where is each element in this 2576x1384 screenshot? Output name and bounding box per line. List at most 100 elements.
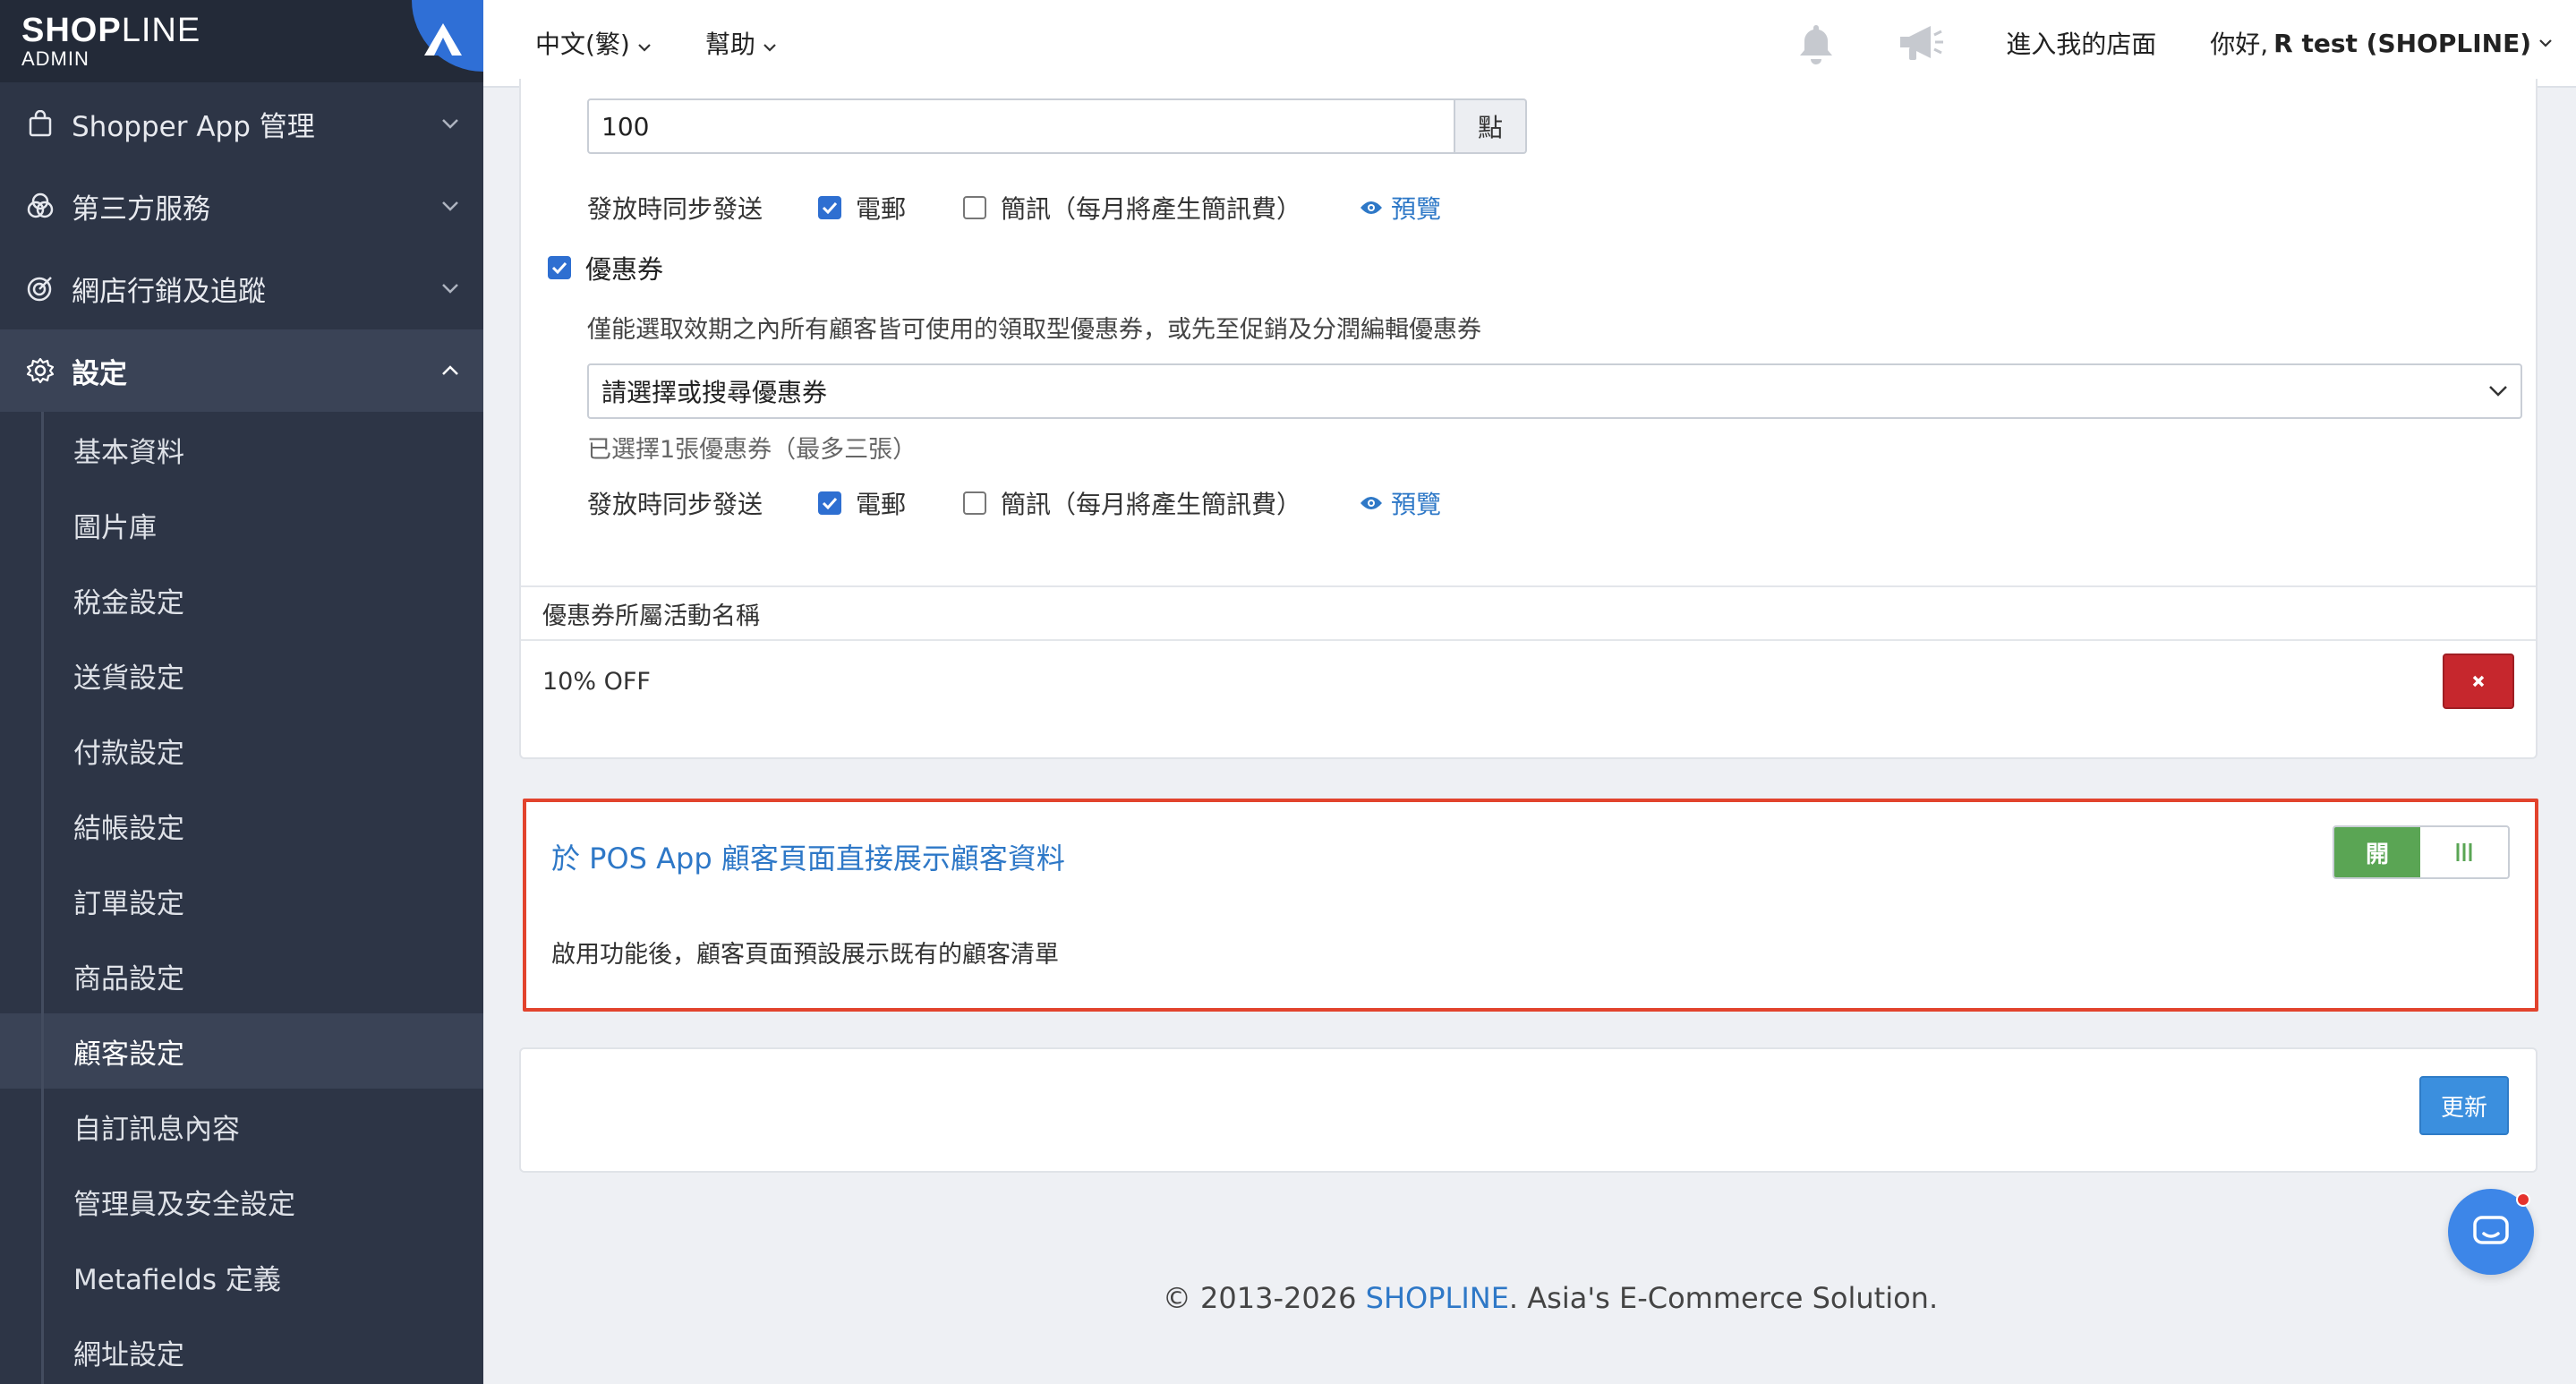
toggle-handle-icon [2420, 827, 2508, 877]
sms-option[interactable]: 簡訊（每月將產生簡訊費） [963, 485, 1301, 521]
coupon-toggle[interactable]: 優惠券 [548, 249, 663, 286]
email-label: 電郵 [856, 490, 907, 519]
pos-setting-title: 於 POS App 顧客頁面直接展示顧客資料 [551, 842, 1065, 876]
main-content: 100 點 發放時同步發送 電郵 簡訊（每月將產生簡訊費） 預覽 優惠券 僅能選… [483, 79, 2576, 1384]
chevron-up-icon [439, 359, 462, 382]
action-panel: 更新 [519, 1047, 2538, 1173]
toggle-on-label: 開 [2334, 827, 2420, 877]
chat-icon [2471, 1214, 2511, 1250]
top-bar-right: 進入我的店面 你好, R test (SHOPLINE) [1796, 21, 2576, 64]
chevron-down-icon [763, 29, 777, 58]
nav-group-third-party[interactable]: 第三方服務 [0, 165, 483, 247]
sidebar-item-customer[interactable]: 顧客設定 [0, 1013, 483, 1089]
chevron-down-icon [2538, 38, 2553, 47]
sidebar-item-tax[interactable]: 稅金設定 [0, 562, 483, 637]
footer-brand-link[interactable]: SHOPLINE [1366, 1281, 1509, 1315]
footer-prefix: © 2013-2026 [1162, 1281, 1366, 1315]
sms-label: 簡訊（每月將產生簡訊費） [1001, 194, 1302, 224]
nav-group-label: Shopper App 管理 [72, 110, 315, 143]
email-label: 電郵 [856, 194, 907, 224]
sidebar-item-custom-message[interactable]: 自訂訊息內容 [0, 1089, 483, 1164]
store-front-link[interactable]: 進入我的店面 [2006, 25, 2156, 61]
sidebar-item-delivery[interactable]: 送貨設定 [0, 637, 483, 713]
chevron-down-icon [439, 112, 462, 135]
language-label: 中文(繁) [535, 30, 630, 59]
sidebar-item-product[interactable]: 商品設定 [0, 938, 483, 1013]
user-menu[interactable]: 你好, R test (SHOPLINE) [2210, 25, 2553, 61]
page-footer: © 2013-2026 SHOPLINE. Asia's E-Commerce … [483, 1281, 2576, 1315]
preview-label: 預覽 [1391, 490, 1442, 519]
coupon-campaign-name: 10% OFF [542, 667, 651, 696]
points-sync-row: 發放時同步發送 電郵 簡訊（每月將產生簡訊費） 預覽 [587, 190, 1441, 226]
reward-settings-panel: 100 點 發放時同步發送 電郵 簡訊（每月將產生簡訊費） 預覽 優惠券 僅能選… [519, 79, 2538, 759]
nav-group-marketing[interactable]: 網店行銷及追蹤 [0, 247, 483, 329]
settings-subnav: 基本資料 圖片庫 稅金設定 送貨設定 付款設定 結帳設定 訂單設定 商品設定 顧… [0, 412, 483, 1384]
chevron-down-icon [2488, 385, 2508, 397]
email-option[interactable]: 電郵 [818, 190, 906, 226]
sidebar-item-admin-security[interactable]: 管理員及安全設定 [0, 1164, 483, 1239]
table-row: 10% OFF [521, 641, 2536, 722]
chevron-down-icon [637, 29, 652, 58]
coupon-note: 僅能選取效期之內所有顧客皆可使用的領取型優惠券，或先至促銷及分潤編輯優惠券 [587, 316, 1481, 344]
sidebar-item-metafields[interactable]: Metafields 定義 [0, 1239, 483, 1314]
pos-toggle-switch[interactable]: 開 [2333, 825, 2510, 879]
top-bar: 中文(繁) 幫助 進入我的店面 你好, R test (SHOPLINE) [483, 0, 2576, 88]
target-icon [25, 273, 55, 303]
chevron-down-icon [439, 194, 462, 218]
brand-header[interactable]: SHOPLINE ADMIN [0, 0, 483, 82]
shopping-bag-icon [25, 108, 55, 139]
nav-group-shopper-app[interactable]: Shopper App 管理 [0, 82, 483, 165]
user-name: R test (SHOPLINE) [2273, 28, 2531, 58]
coupon-label: 優惠券 [585, 254, 664, 285]
sidebar-item-basic-info[interactable]: 基本資料 [0, 412, 483, 487]
sidebar: SHOPLINE ADMIN Shopper App 管理 第三方服務 網店行銷… [0, 0, 483, 1384]
preview-label: 預覽 [1391, 194, 1442, 224]
coupon-select-placeholder: 請選擇或搜尋優惠券 [601, 378, 828, 407]
coupon-table-header: 優惠券所屬活動名稱 [521, 585, 2536, 641]
nav-group-settings[interactable]: 設定 [0, 329, 483, 412]
preview-link[interactable]: 預覽 [1359, 485, 1441, 521]
sync-label: 發放時同步發送 [587, 490, 763, 519]
coupon-select[interactable]: 請選擇或搜尋優惠券 [587, 363, 2522, 419]
help-label: 幫助 [704, 30, 755, 59]
nav-group-label: 網店行銷及追蹤 [72, 275, 266, 308]
sidebar-item-url[interactable]: 網址設定 [0, 1314, 483, 1384]
brand-subtitle: ADMIN [21, 47, 90, 70]
chat-launcher-button[interactable] [2448, 1189, 2534, 1275]
points-unit: 點 [1455, 98, 1527, 154]
sync-label: 發放時同步發送 [587, 194, 763, 224]
pos-customer-display-panel: 於 POS App 顧客頁面直接展示顧客資料 開 啟用功能後，顧客頁面預設展示既… [523, 799, 2538, 1012]
coupon-count: 已選擇1張優惠券（最多三張） [587, 436, 917, 464]
sms-checkbox[interactable] [963, 196, 987, 219]
sidebar-item-payment[interactable]: 付款設定 [0, 713, 483, 788]
sidebar-item-order[interactable]: 訂單設定 [0, 863, 483, 938]
sidebar-item-checkout[interactable]: 結帳設定 [0, 788, 483, 863]
chevron-down-icon [439, 277, 462, 300]
sms-option[interactable]: 簡訊（每月將產生簡訊費） [963, 190, 1301, 226]
bell-icon[interactable] [1796, 21, 1836, 64]
language-dropdown[interactable]: 中文(繁) [535, 25, 652, 61]
help-dropdown[interactable]: 幫助 [705, 25, 777, 61]
circles-icon [25, 191, 55, 221]
eye-icon [1359, 494, 1384, 512]
sidebar-item-image-library[interactable]: 圖片庫 [0, 487, 483, 562]
email-checkbox[interactable] [818, 196, 841, 219]
coupon-checkbox[interactable] [548, 256, 571, 279]
email-checkbox[interactable] [818, 491, 841, 515]
megaphone-icon[interactable] [1897, 22, 1945, 64]
points-field: 100 點 [587, 98, 1527, 154]
notification-dot [2516, 1192, 2530, 1207]
update-button[interactable]: 更新 [2419, 1076, 2509, 1135]
points-input[interactable]: 100 [587, 98, 1455, 154]
sms-label: 簡訊（每月將產生簡訊費） [1001, 490, 1302, 519]
close-icon [2471, 674, 2486, 688]
email-option[interactable]: 電郵 [818, 485, 906, 521]
pos-setting-description: 啟用功能後，顧客頁面預設展示既有的顧客清單 [551, 941, 1059, 969]
sms-checkbox[interactable] [963, 491, 987, 515]
preview-link[interactable]: 預覽 [1359, 190, 1441, 226]
gear-icon [25, 355, 55, 386]
nav-group-label: 第三方服務 [72, 192, 210, 226]
delete-button[interactable] [2443, 654, 2514, 709]
nav-group-label: 設定 [72, 357, 127, 390]
footer-suffix: . Asia's E-Commerce Solution. [1508, 1281, 1939, 1315]
